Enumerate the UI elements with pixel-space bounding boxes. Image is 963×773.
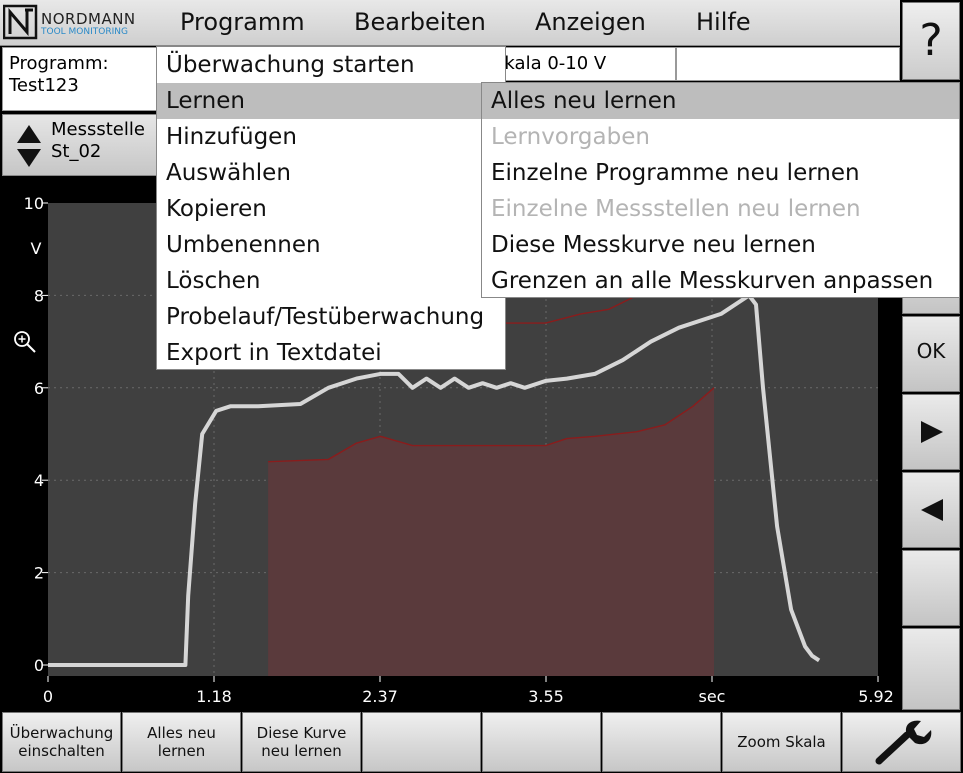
up-down-arrows-icon[interactable]: [15, 123, 43, 169]
play-left-icon: [921, 499, 943, 521]
x-tick-label: 0: [43, 687, 53, 706]
side-button-7[interactable]: [902, 550, 960, 626]
menu-hilfe[interactable]: Hilfe: [696, 8, 751, 36]
submenu-item-relearn-programs[interactable]: Einzelne Programme neu lernen: [482, 155, 959, 191]
menu-item-probelauf[interactable]: Probelauf/Testüberwachung: [157, 299, 505, 335]
messstelle-value: St_02: [51, 141, 102, 162]
messstelle-selector[interactable]: Messstelle St_02: [2, 114, 158, 176]
menu-item-loeschen[interactable]: Löschen: [157, 263, 505, 299]
submenu-item-lernvorgaben: Lernvorgaben: [491, 124, 650, 150]
scale-display: Skala 0-10 V: [482, 47, 676, 81]
menu-item-start-monitoring[interactable]: Überwachung starten: [157, 47, 505, 83]
help-button[interactable]: ?: [902, 2, 960, 80]
program-value: Test123: [9, 75, 79, 96]
menubar: NORDMANN TOOL MONITORING Programm Bearbe…: [0, 0, 900, 46]
play-right-icon: [921, 421, 943, 443]
previous-button[interactable]: [902, 472, 960, 548]
x-tick-label: 1.18: [196, 687, 232, 706]
menu-item-hinzufuegen[interactable]: Hinzufügen: [157, 119, 505, 155]
submenu-item-relearn-points: Einzelne Messstellen neu lernen: [491, 196, 861, 222]
y-tick-label: 2: [34, 564, 44, 583]
programm-dropdown-menu: Überwachung starten Lernen Hinzufügen Au…: [156, 46, 506, 370]
program-label: Programm:: [9, 53, 109, 74]
wrench-icon: [875, 720, 931, 765]
next-button[interactable]: [902, 394, 960, 470]
menu-item-export[interactable]: Export in Textdatei: [157, 335, 505, 371]
submenu-item-adapt-limits[interactable]: Grenzen an alle Messkurven anpassen: [482, 263, 959, 299]
menu-item-kopieren[interactable]: Kopieren: [157, 191, 505, 227]
menu-item-lernen[interactable]: Lernen: [157, 83, 505, 119]
bottom-button-6[interactable]: [602, 712, 721, 772]
y-tick-label: 8: [34, 286, 44, 305]
y-axis-label: V: [31, 239, 42, 258]
x-tick-label: 2.37: [362, 687, 398, 706]
info-field-empty: [676, 47, 900, 81]
ok-button[interactable]: OK: [902, 316, 960, 392]
y-tick-label: 6: [34, 379, 44, 398]
menu-item-auswaehlen[interactable]: Auswählen: [157, 155, 505, 191]
menu-bearbeiten[interactable]: Bearbeiten: [354, 8, 486, 36]
program-info: Programm: Test123: [2, 47, 158, 111]
lernen-submenu: Alles neu lernen Lernvorgaben Einzelne P…: [481, 82, 960, 298]
messstelle-label: Messstelle: [51, 119, 145, 140]
ok-label: OK: [916, 339, 946, 363]
y-tick-label: 0: [34, 656, 44, 675]
x-tick-label: 3.55: [528, 687, 564, 706]
y-tick-label: 4: [34, 471, 44, 490]
submenu-item-relearn-all[interactable]: Alles neu lernen: [482, 83, 959, 119]
menu-anzeigen[interactable]: Anzeigen: [535, 8, 646, 36]
y-tick-label: 10: [24, 194, 44, 213]
bottom-button-5[interactable]: [482, 712, 601, 772]
submenu-item-relearn-curve[interactable]: Diese Messkurve neu lernen: [482, 227, 959, 263]
bottom-button-zoom-scale[interactable]: Zoom Skala: [722, 712, 841, 772]
logo-subtitle: TOOL MONITORING: [41, 27, 128, 37]
bottom-button-relearn-curve[interactable]: Diese Kurve neu lernen: [242, 712, 361, 772]
menu-programm[interactable]: Programm: [180, 8, 305, 36]
bottom-button-monitoring-on[interactable]: Überwachung einschalten: [2, 712, 121, 772]
side-button-8[interactable]: [902, 628, 960, 710]
bottom-button-4[interactable]: [362, 712, 481, 772]
nordmann-logo: NORDMANN TOOL MONITORING: [2, 4, 138, 42]
x-tick-label: sec: [699, 687, 726, 706]
bottom-button-relearn-all[interactable]: Alles neu lernen: [122, 712, 241, 772]
settings-button[interactable]: [842, 712, 961, 772]
x-tick-label: 5.92: [858, 687, 894, 706]
logo-brand: NORDMANN: [41, 10, 136, 28]
menu-item-umbenennen[interactable]: Umbenennen: [157, 227, 505, 263]
